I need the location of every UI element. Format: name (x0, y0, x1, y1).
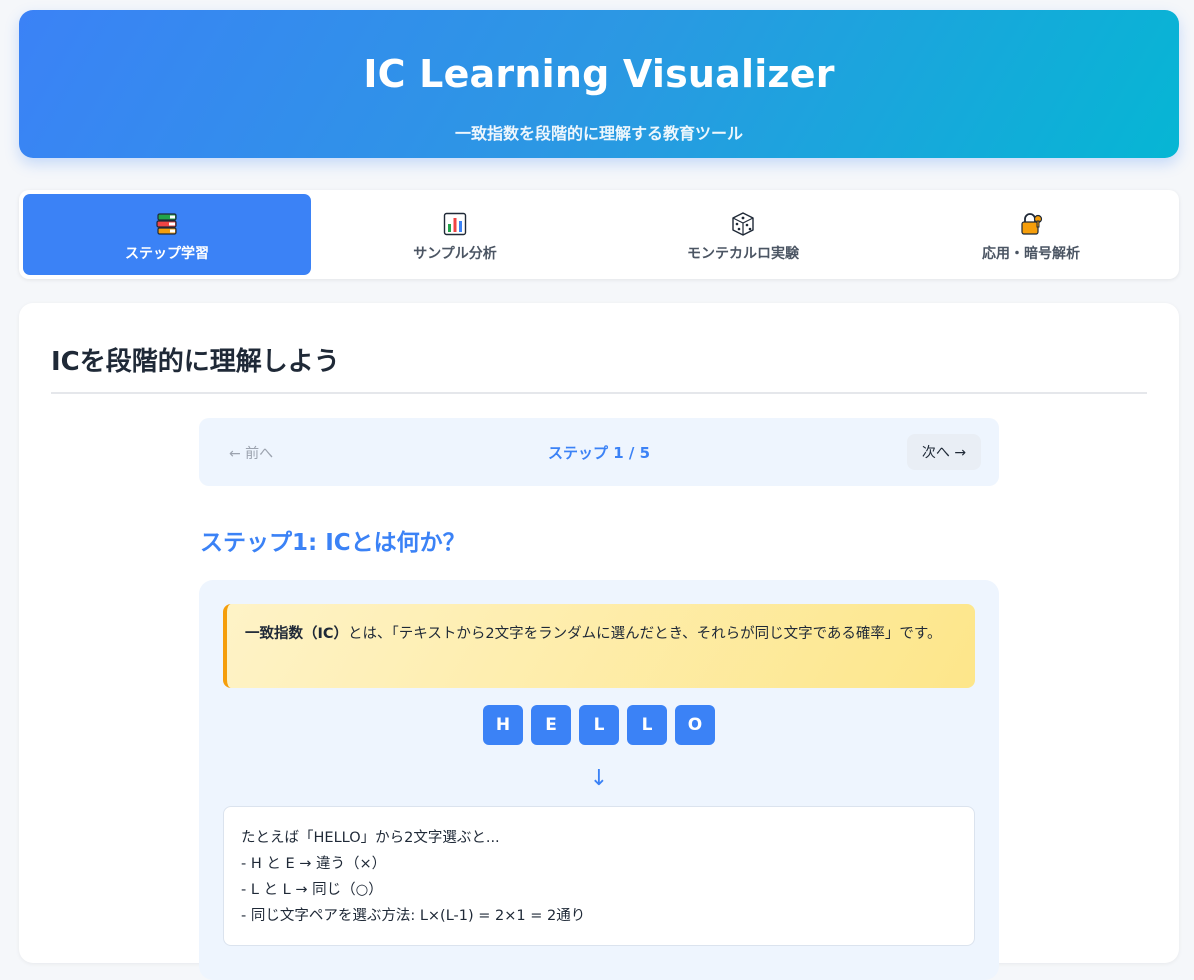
step-title: ステップ1: ICとは何か？ (200, 530, 466, 556)
letter-tile: E (531, 705, 571, 745)
example-line: - 同じ文字ペアを選ぶ方法: L×(L-1) = 2×1 = 2通り (241, 908, 586, 924)
example-line: たとえば「HELLO」から2文字選ぶと... (241, 830, 500, 846)
letter-tiles: H E L L O (199, 705, 999, 745)
step-content-panel: 一致指数（IC）とは、「テキストから2文字をランダムに選んだとき、それらが同じ文… (199, 580, 999, 980)
title-divider (51, 392, 1147, 394)
tab-bar: ステップ学習 サンプル分析 モンテカルロ実験 応用・暗号解析 (19, 190, 1179, 279)
letter-tile: L (627, 705, 667, 745)
letter-tile: H (483, 705, 523, 745)
example-line: - L と L → 同じ（○） (241, 882, 383, 898)
app-header: IC Learning Visualizer 一致指数を段階的に理解する教育ツー… (19, 10, 1179, 158)
letter-tile: O (675, 705, 715, 745)
example-line: - H と E → 違う（×） (241, 856, 387, 872)
tab-cryptanalysis[interactable]: 応用・暗号解析 (887, 194, 1175, 275)
bar-chart-icon (443, 212, 467, 235)
dice-icon (732, 211, 754, 236)
app-subtitle: 一致指数を段階的に理解する教育ツール (454, 124, 743, 143)
page-title: ICを段階的に理解しよう (51, 347, 340, 377)
step-navigation: ← 前へ ステップ 1 / 5 次へ → (199, 418, 999, 486)
callout-term: 一致指数（IC） (245, 626, 349, 642)
tab-label: モンテカルロ実験 (687, 245, 799, 262)
tab-sample-analysis[interactable]: サンプル分析 (311, 194, 599, 275)
tab-label: ステップ学習 (125, 245, 209, 262)
tab-monte-carlo[interactable]: モンテカルロ実験 (599, 194, 887, 275)
definition-callout: 一致指数（IC）とは、「テキストから2文字をランダムに選んだとき、それらが同じ文… (223, 604, 975, 688)
next-button[interactable]: 次へ → (907, 434, 981, 470)
main-card: ICを段階的に理解しよう ← 前へ ステップ 1 / 5 次へ → ステップ1:… (19, 303, 1179, 980)
lock-key-icon (1021, 212, 1043, 235)
callout-text: とは、「テキストから2文字をランダムに選んだとき、それらが同じ文字である確率」で… (348, 626, 942, 642)
tab-label: サンプル分析 (413, 245, 497, 262)
app-title: IC Learning Visualizer (363, 52, 835, 96)
down-arrow-icon: ↓ (589, 766, 609, 791)
tab-label: 応用・暗号解析 (982, 245, 1080, 262)
step-counter: ステップ 1 / 5 (547, 444, 651, 462)
letter-tile: L (579, 705, 619, 745)
books-icon (156, 212, 177, 235)
example-box: たとえば「HELLO」から2文字選ぶと... - H と E → 違う（×） -… (223, 806, 975, 946)
tab-step-learning[interactable]: ステップ学習 (23, 194, 311, 275)
